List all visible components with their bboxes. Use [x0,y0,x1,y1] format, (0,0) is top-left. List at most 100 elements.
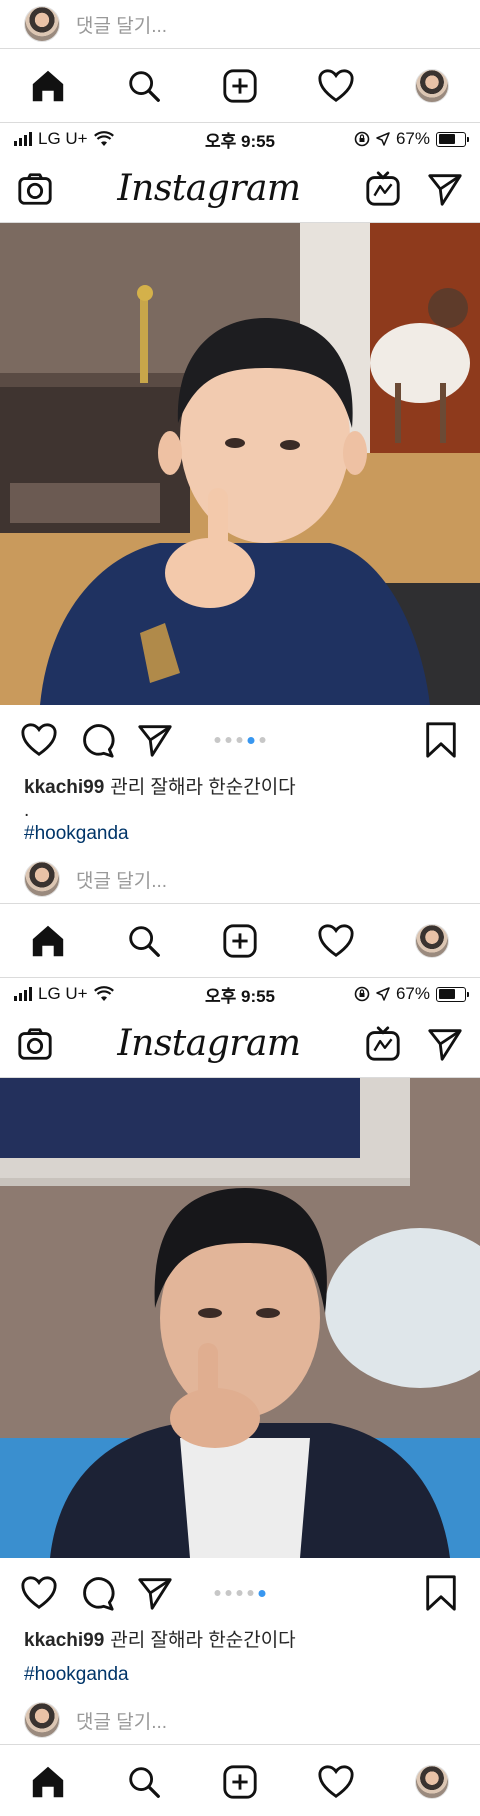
home-icon [32,925,64,956]
app-header: Instagram [0,1010,480,1078]
home-icon [32,70,64,101]
caption-dot-line: . [24,800,30,821]
hashtag-link[interactable]: #hookganda [24,1662,456,1688]
post-photo[interactable] [0,223,480,705]
caption-username[interactable]: kkachi99 [24,777,104,798]
user-avatar [24,1702,60,1738]
carousel-dot-active [247,736,255,744]
comment-input[interactable]: 댓글 달기... [76,1707,167,1734]
battery-percent: 67% [395,984,430,1003]
comment-row[interactable]: 댓글 달기... [0,0,480,48]
wifi-icon [93,131,114,146]
carousel-dot [214,1590,221,1596]
wifi-icon [93,986,114,1001]
profile-avatar [415,68,449,103]
bookmark-icon[interactable] [422,1574,460,1612]
activity-heart-icon [318,1764,354,1798]
battery-level [438,134,456,144]
new-post-icon [223,68,257,103]
comment-input[interactable]: 댓글 달기... [76,866,167,893]
status-time: 오후 9:55 [204,131,276,151]
tab-home[interactable] [26,64,70,108]
new-post-icon [223,923,257,958]
carrier-label: LG U+ [38,129,88,148]
carousel-dot [236,737,243,743]
tab-new-post[interactable] [218,64,262,108]
igtv-icon[interactable] [364,170,402,208]
comment-input[interactable]: 댓글 달기... [76,11,167,38]
battery-percent: 67% [395,129,430,148]
camera-icon[interactable] [16,170,54,208]
profile-avatar [415,1764,449,1799]
post-caption: kkachi99 관리 잘해라 한순간이다 #hookganda [0,1628,480,1688]
tab-activity[interactable] [314,919,358,963]
caption-text: 관리 잘해라 한순간이다 [110,777,296,798]
tab-search[interactable] [122,64,166,108]
camera-icon[interactable] [16,1025,54,1063]
search-icon [129,70,160,102]
post-photo[interactable] [0,1078,480,1558]
tab-activity[interactable] [314,64,358,108]
status-bar: LG U+ 오후 9:55 67% [0,123,480,155]
tab-new-post[interactable] [218,1760,262,1804]
bottom-tab-bar [0,1744,480,1816]
igtv-icon[interactable] [364,1025,402,1063]
direct-send-icon[interactable] [426,170,464,208]
share-icon[interactable] [136,1574,174,1612]
tab-search[interactable] [122,919,166,963]
user-avatar [24,861,60,897]
share-icon[interactable] [136,721,174,759]
carousel-dot [247,1590,254,1596]
post-image-child [0,223,480,705]
status-bar: LG U+ 오후 9:55 67% [0,978,480,1010]
carousel-dot-active [258,1589,266,1597]
rotation-lock-icon [354,986,370,1002]
bottom-tab-bar [0,48,480,123]
tab-profile[interactable] [410,1760,454,1804]
carousel-dot [225,1590,232,1596]
status-time: 오후 9:55 [204,986,276,1006]
location-arrow-icon [376,987,390,1001]
comment-icon[interactable] [78,1574,116,1612]
bookmark-icon[interactable] [422,721,460,759]
battery-level [438,989,456,999]
comment-row[interactable]: 댓글 달기... [0,855,480,903]
activity-heart-icon [318,68,354,102]
post-actions [0,1558,480,1628]
app-logo: Instagram [117,1023,301,1064]
location-arrow-icon [376,132,390,146]
carousel-dot [214,737,221,743]
signal-icon [14,132,32,146]
app-logo: Instagram [117,168,301,209]
search-icon [129,1766,160,1798]
tab-home[interactable] [26,1760,70,1804]
tab-activity[interactable] [314,1760,358,1804]
battery-icon [436,986,469,1002]
tab-profile[interactable] [410,64,454,108]
carousel-dot [259,737,266,743]
screenshot-page: 댓글 달기... LG U+ 오후 9:55 67% Instagram kka… [0,0,480,1816]
battery-icon [436,131,469,147]
like-heart-icon[interactable] [20,721,58,759]
carousel-dot [225,737,232,743]
activity-heart-icon [318,923,354,957]
rotation-lock-icon [354,131,370,147]
direct-send-icon[interactable] [426,1025,464,1063]
profile-avatar [415,923,449,958]
caption-username[interactable]: kkachi99 [24,1630,104,1651]
carousel-indicator [214,1589,266,1597]
home-icon [32,1766,64,1797]
app-header: Instagram [0,155,480,223]
carousel-dot [236,1590,243,1596]
like-heart-icon[interactable] [20,1574,58,1612]
comment-icon[interactable] [78,721,116,759]
user-avatar [24,6,60,42]
tab-home[interactable] [26,919,70,963]
comment-row[interactable]: 댓글 달기... [0,1696,480,1744]
tab-new-post[interactable] [218,919,262,963]
new-post-icon [223,1764,257,1799]
tab-profile[interactable] [410,919,454,963]
signal-icon [14,987,32,1001]
tab-search[interactable] [122,1760,166,1804]
hashtag-link[interactable]: #hookganda [24,821,456,847]
